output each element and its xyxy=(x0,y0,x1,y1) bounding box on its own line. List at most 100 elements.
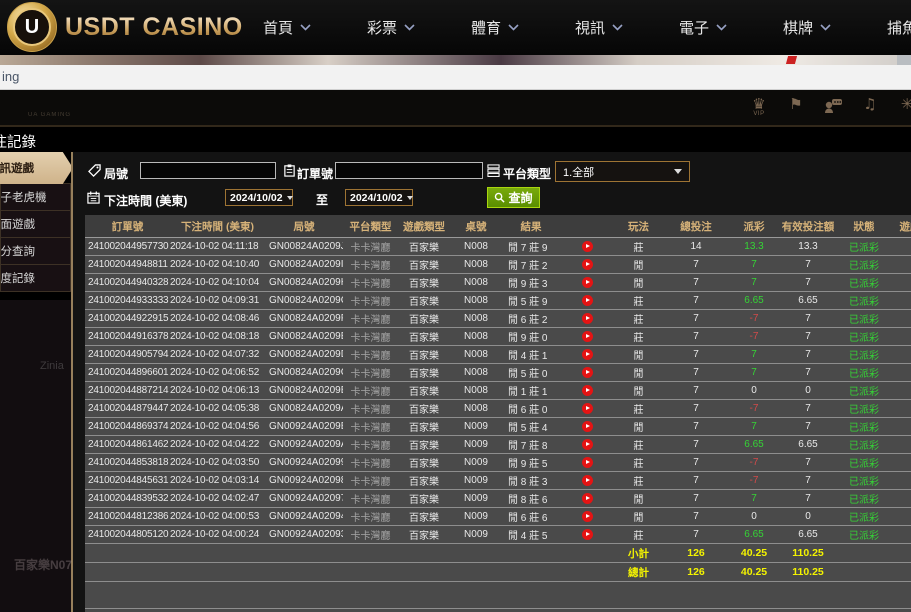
result: 閒 4 莊 1 xyxy=(502,346,560,364)
nav-item-label: 首頁 xyxy=(263,17,293,38)
game-link xyxy=(890,292,911,310)
order-number: 241002044805120 xyxy=(85,526,170,544)
game-type: 百家樂 xyxy=(398,436,450,454)
replay-icon[interactable] xyxy=(582,277,593,288)
table-row[interactable]: 241002044933333 2024-10-02 04:09:31 GN00… xyxy=(85,292,911,310)
order-number: 241002044861462 xyxy=(85,436,170,454)
table-row[interactable]: 241002044812386 2024-10-02 04:00:53 GN00… xyxy=(85,508,911,526)
replay-icon[interactable] xyxy=(582,439,593,450)
bet-method: 莊 xyxy=(615,328,662,346)
table-row[interactable]: 241002044887214 2024-10-02 04:06:13 GN00… xyxy=(85,382,911,400)
sidebar-item[interactable]: 桌面遊戲 xyxy=(0,210,71,238)
banner-image-strip xyxy=(0,55,911,65)
replay-icon[interactable] xyxy=(582,457,593,468)
platform-type: 卡卡灣廳 xyxy=(343,238,398,256)
sidebar-item[interactable]: 額度記錄 xyxy=(0,264,71,292)
flag-icon[interactable]: ⚑ xyxy=(784,97,808,112)
round-number: GN00924A02093 xyxy=(265,526,343,544)
round-number-label: 局號 xyxy=(104,165,128,182)
replay-icon[interactable] xyxy=(582,493,593,504)
table-row[interactable]: 241002044905794 2024-10-02 04:07:32 GN00… xyxy=(85,346,911,364)
nav-item-label: 體育 xyxy=(471,17,501,38)
platform-type: 卡卡灣廳 xyxy=(343,328,398,346)
valid-bet: 7 xyxy=(778,472,838,490)
table-row[interactable]: 241002044879447 2024-10-02 04:05:38 GN00… xyxy=(85,400,911,418)
replay-icon[interactable] xyxy=(582,511,593,522)
platform-type-label: 平台類型 xyxy=(503,165,551,182)
music-icon[interactable]: ♫ xyxy=(858,97,882,112)
table-row[interactable]: 241002044957730 2024-10-02 04:11:18 GN00… xyxy=(85,238,911,256)
game-type: 百家樂 xyxy=(398,526,450,544)
replay-icon[interactable] xyxy=(582,475,593,486)
replay-cell xyxy=(560,256,615,274)
replay-icon[interactable] xyxy=(582,529,593,540)
vip-crown-icon[interactable]: ♛ VIP xyxy=(747,97,771,117)
table-number: N009 xyxy=(450,526,502,544)
replay-icon[interactable] xyxy=(582,295,593,306)
sparkle-icon[interactable]: ✳ xyxy=(895,97,911,112)
table-row[interactable]: 241002044853818 2024-10-02 04:03:50 GN00… xyxy=(85,454,911,472)
game-link xyxy=(890,436,911,454)
game-type: 百家樂 xyxy=(398,310,450,328)
status-badge: 已派彩 xyxy=(838,472,890,490)
total-bet: 7 xyxy=(662,436,730,454)
bet-method: 莊 xyxy=(615,238,662,256)
sidebar-item[interactable]: 視訊遊戲 xyxy=(0,152,73,184)
bet-time: 2024-10-02 04:10:40 xyxy=(170,256,265,274)
replay-icon[interactable] xyxy=(582,259,593,270)
sidebar-item[interactable]: 積分查詢 xyxy=(0,237,71,265)
nav-item[interactable]: 電子 xyxy=(651,0,755,55)
search-button[interactable]: 查詢 xyxy=(487,187,540,208)
table-row[interactable]: 241002044839532 2024-10-02 04:02:47 GN00… xyxy=(85,490,911,508)
payout: -7 xyxy=(730,328,778,346)
table-row[interactable]: 241002044869374 2024-10-02 04:04:56 GN00… xyxy=(85,418,911,436)
payout: -7 xyxy=(730,400,778,418)
table-row[interactable]: 241002044916378 2024-10-02 04:08:18 GN00… xyxy=(85,328,911,346)
total-row: 總計 126 40.25 110.25 xyxy=(85,563,911,582)
nav-item[interactable]: 首頁 xyxy=(235,0,339,55)
replay-icon[interactable] xyxy=(582,367,593,378)
round-number: GN00824A0209J xyxy=(265,238,343,256)
replay-icon[interactable] xyxy=(582,403,593,414)
payout: -7 xyxy=(730,472,778,490)
site-logo[interactable]: U USDT CASINO xyxy=(7,2,243,52)
replay-icon[interactable] xyxy=(582,349,593,360)
nav-item[interactable]: 彩票 xyxy=(339,0,443,55)
nav-items: 首頁 彩票 體育 視訊 電子 棋牌 捕魚 xyxy=(235,0,911,55)
replay-icon[interactable] xyxy=(582,385,593,396)
table-row[interactable]: 241002044845631 2024-10-02 04:03:14 GN00… xyxy=(85,472,911,490)
replay-cell xyxy=(560,238,615,256)
table-number: N008 xyxy=(450,400,502,418)
nav-item[interactable]: 棋牌 xyxy=(755,0,859,55)
table-row[interactable]: 241002044922915 2024-10-02 04:08:46 GN00… xyxy=(85,310,911,328)
game-link xyxy=(890,238,911,256)
nav-item[interactable]: 捕魚 xyxy=(859,0,911,55)
bet-method: 莊 xyxy=(615,526,662,544)
date-to-select[interactable]: 2024/10/02 xyxy=(345,189,413,206)
table-row[interactable]: 241002044948811 2024-10-02 04:10:40 GN00… xyxy=(85,256,911,274)
round-number: GN00924A0209A xyxy=(265,436,343,454)
game-type: 百家樂 xyxy=(398,328,450,346)
date-from-select[interactable]: 2024/10/02 xyxy=(225,189,293,206)
column-header: 遊戲 xyxy=(890,215,911,238)
replay-icon[interactable] xyxy=(582,313,593,324)
chat-icon[interactable] xyxy=(821,97,845,118)
replay-icon[interactable] xyxy=(582,331,593,342)
sidebar-item[interactable]: 電子老虎機 xyxy=(0,183,71,211)
table-row[interactable]: 241002044896601 2024-10-02 04:06:52 GN00… xyxy=(85,364,911,382)
table-row[interactable]: 241002044940328 2024-10-02 04:10:04 GN00… xyxy=(85,274,911,292)
column-header: 桌號 xyxy=(450,215,502,238)
nav-item[interactable]: 體育 xyxy=(443,0,547,55)
order-number-input[interactable] xyxy=(335,162,483,179)
platform-type-select[interactable]: 1.全部 xyxy=(555,161,690,182)
replay-icon[interactable] xyxy=(582,421,593,432)
table-row[interactable]: 241002044805120 2024-10-02 04:00:24 GN00… xyxy=(85,526,911,544)
nav-item[interactable]: 視訊 xyxy=(547,0,651,55)
table-row[interactable]: 241002044861462 2024-10-02 04:04:22 GN00… xyxy=(85,436,911,454)
bet-method: 閒 xyxy=(615,364,662,382)
to-label: 至 xyxy=(316,191,328,208)
round-number-input[interactable] xyxy=(140,162,276,179)
platform-type: 卡卡灣廳 xyxy=(343,508,398,526)
replay-icon[interactable] xyxy=(582,241,593,252)
bet-time: 2024-10-02 04:10:04 xyxy=(170,274,265,292)
